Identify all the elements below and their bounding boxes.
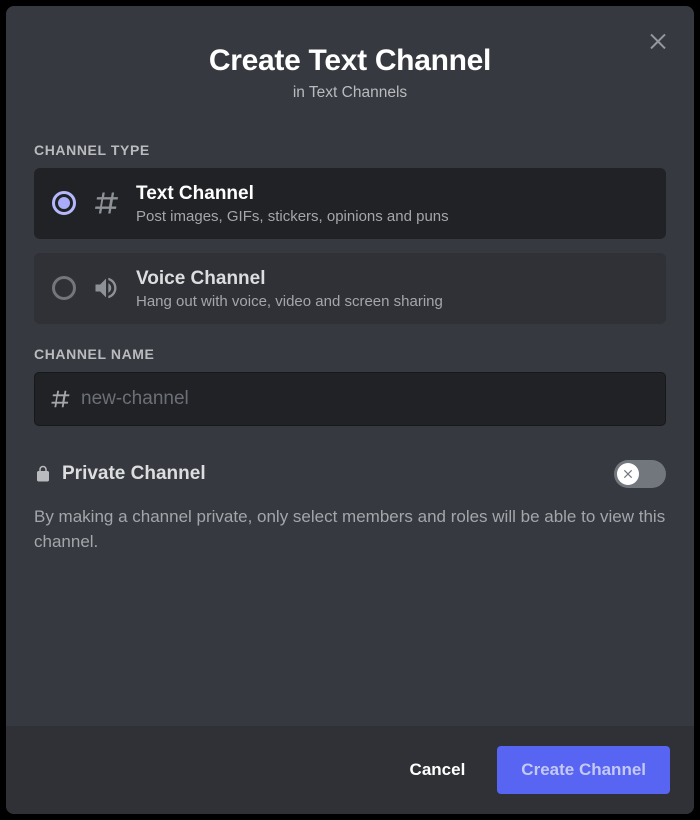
modal-subtitle: in Text Channels [30, 84, 670, 102]
option-desc: Post images, GIFs, stickers, opinions an… [136, 208, 648, 225]
option-text-text: Text Channel Post images, GIFs, stickers… [136, 182, 648, 225]
option-text-voice: Voice Channel Hang out with voice, video… [136, 267, 648, 310]
create-channel-modal: Create Text Channel in Text Channels CHA… [6, 6, 694, 814]
modal-body: CHANNEL TYPE Text Channel Post images, G… [6, 110, 694, 726]
cancel-button[interactable]: Cancel [388, 748, 488, 792]
channel-type-label: CHANNEL TYPE [34, 142, 666, 158]
channel-type-text[interactable]: Text Channel Post images, GIFs, stickers… [34, 168, 666, 239]
toggle-knob [617, 463, 639, 485]
modal-title: Create Text Channel [30, 44, 670, 78]
option-title: Text Channel [136, 182, 648, 206]
private-toggle[interactable] [614, 460, 666, 488]
create-channel-button[interactable]: Create Channel [497, 746, 670, 794]
channel-name-label: CHANNEL NAME [34, 346, 666, 362]
lock-icon [34, 465, 52, 483]
close-button[interactable] [644, 28, 672, 56]
channel-name-input[interactable] [81, 388, 651, 410]
option-title: Voice Channel [136, 267, 648, 291]
channel-name-field-wrap[interactable] [34, 372, 666, 426]
channel-type-voice[interactable]: Voice Channel Hang out with voice, video… [34, 253, 666, 324]
modal-header: Create Text Channel in Text Channels [6, 6, 694, 110]
close-icon [646, 28, 670, 57]
private-left: Private Channel [34, 463, 206, 485]
private-description: By making a channel private, only select… [34, 504, 666, 555]
radio-voice[interactable] [52, 276, 76, 300]
private-channel-row: Private Channel [34, 460, 666, 488]
private-title: Private Channel [62, 463, 206, 485]
radio-text[interactable] [52, 191, 76, 215]
hash-icon [92, 189, 120, 217]
modal-footer: Cancel Create Channel [6, 726, 694, 814]
option-desc: Hang out with voice, video and screen sh… [136, 293, 648, 310]
hash-icon [49, 388, 71, 410]
speaker-icon [92, 274, 120, 302]
